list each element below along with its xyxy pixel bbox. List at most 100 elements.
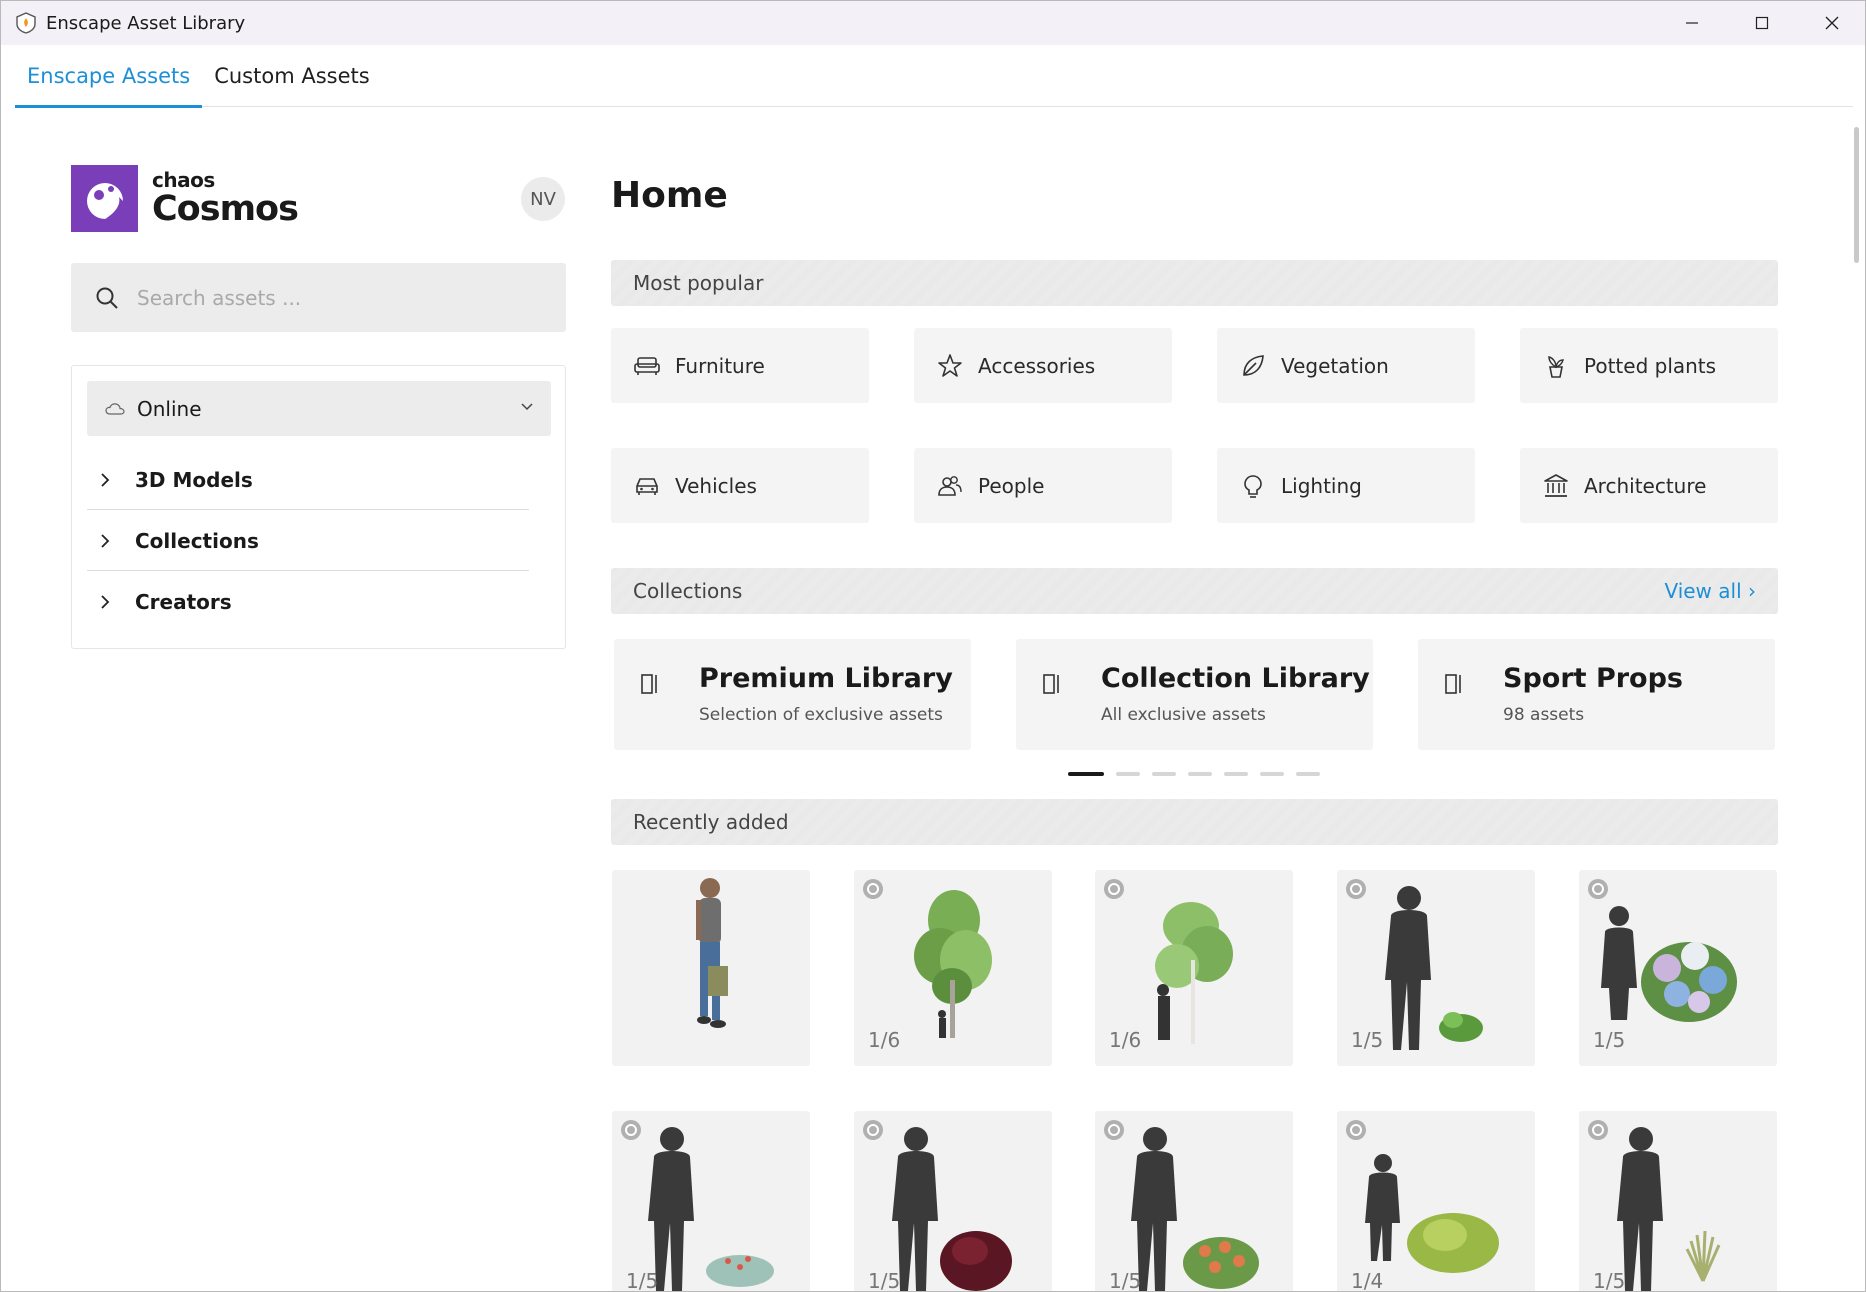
asset-tile-plant-with-person[interactable]: 1/5 bbox=[1337, 870, 1535, 1066]
asset-thumbnail bbox=[648, 1127, 774, 1291]
people-icon bbox=[936, 472, 964, 500]
category-label: People bbox=[978, 473, 1045, 498]
category-label: Vegetation bbox=[1281, 353, 1389, 378]
star-icon bbox=[936, 352, 964, 380]
collection-subtitle: 98 assets bbox=[1503, 705, 1585, 725]
chaos-cosmos-logo: chaos Cosmos bbox=[71, 165, 299, 232]
asset-tile-person-ornamental-grass[interactable]: 1/5 bbox=[1579, 1111, 1777, 1292]
category-furniture[interactable]: Furniture bbox=[611, 328, 869, 403]
variant-count: 1/5 bbox=[626, 1269, 659, 1292]
asset-tile-hydrangea[interactable]: 1/5 bbox=[1579, 870, 1777, 1066]
variant-count: 1/5 bbox=[1593, 1269, 1626, 1292]
asset-tile-person-red-shrub[interactable]: 1/5 bbox=[854, 1111, 1052, 1292]
chevron-right-icon bbox=[99, 593, 117, 611]
carousel-dot[interactable] bbox=[1260, 772, 1284, 776]
asset-tile-tree[interactable]: 1/6 bbox=[854, 870, 1052, 1066]
collections-header: Collections View all › bbox=[611, 568, 1778, 614]
category-label: Furniture bbox=[675, 353, 765, 378]
maximize-icon bbox=[1755, 16, 1769, 30]
carousel-dot[interactable] bbox=[1188, 772, 1212, 776]
asset-thumbnail bbox=[892, 1127, 1012, 1291]
category-vegetation[interactable]: Vegetation bbox=[1217, 328, 1475, 403]
variant-count: 1/4 bbox=[1351, 1269, 1384, 1292]
search-box[interactable] bbox=[71, 263, 566, 332]
tab-custom-assets[interactable]: Custom Assets bbox=[202, 45, 381, 107]
variant-count: 1/5 bbox=[1351, 1028, 1384, 1052]
cosmos-logo-icon bbox=[71, 165, 138, 232]
collection-card-premium-library[interactable]: Premium Library Selection of exclusive a… bbox=[614, 639, 971, 750]
category-architecture[interactable]: Architecture bbox=[1520, 448, 1778, 523]
view-all-link[interactable]: View all › bbox=[1664, 579, 1756, 603]
category-people[interactable]: People bbox=[914, 448, 1172, 523]
page-title: Home bbox=[611, 175, 728, 216]
category-label: Accessories bbox=[978, 353, 1096, 378]
vertical-scrollbar[interactable] bbox=[1854, 127, 1859, 263]
asset-tile-person-shrub[interactable]: 1/5 bbox=[612, 1111, 810, 1292]
logo-small-text: chaos bbox=[152, 168, 215, 192]
source-label: Online bbox=[137, 396, 202, 421]
collection-title: Collection Library bbox=[1101, 663, 1370, 694]
building-icon bbox=[1542, 472, 1570, 500]
variant-count: 1/6 bbox=[868, 1028, 901, 1052]
search-icon bbox=[95, 285, 121, 311]
variant-count: 1/6 bbox=[1109, 1028, 1142, 1052]
tab-bar: Enscape Assets Custom Assets bbox=[15, 45, 1853, 108]
category-accessories[interactable]: Accessories bbox=[914, 328, 1172, 403]
category-vehicles[interactable]: Vehicles bbox=[611, 448, 869, 523]
asset-tile-person-flowering-shrub[interactable]: 1/5 bbox=[1095, 1111, 1293, 1292]
collection-card-collection-library[interactable]: Collection Library All exclusive assets bbox=[1016, 639, 1373, 750]
enscape-logo-icon bbox=[14, 11, 38, 35]
asset-thumbnail bbox=[1131, 1127, 1259, 1291]
carousel-dot[interactable] bbox=[1224, 772, 1248, 776]
close-button[interactable] bbox=[1797, 1, 1865, 45]
nav-collections[interactable]: Collections bbox=[87, 511, 529, 571]
chevron-right-icon bbox=[99, 471, 117, 489]
nav-label: 3D Models bbox=[135, 467, 253, 492]
chevron-right-icon bbox=[99, 532, 117, 550]
recently-added-header: Recently added bbox=[611, 799, 1778, 845]
nav-creators[interactable]: Creators bbox=[87, 572, 529, 632]
cloud-icon bbox=[105, 402, 125, 416]
source-dropdown[interactable]: Online bbox=[87, 381, 551, 436]
collection-title: Sport Props bbox=[1503, 663, 1683, 694]
maximize-button[interactable] bbox=[1727, 1, 1797, 45]
potted-plant-icon bbox=[1542, 352, 1570, 380]
collection-subtitle: All exclusive assets bbox=[1101, 705, 1266, 725]
category-label: Potted plants bbox=[1584, 353, 1717, 378]
user-avatar[interactable]: NV bbox=[521, 177, 565, 221]
section-title: Recently added bbox=[633, 810, 789, 834]
search-input[interactable] bbox=[137, 285, 537, 310]
carousel-pagination bbox=[1068, 772, 1320, 776]
category-label: Vehicles bbox=[675, 473, 757, 498]
asset-tile-person-grass[interactable]: 1/4 bbox=[1337, 1111, 1535, 1292]
variant-count: 1/5 bbox=[1109, 1269, 1142, 1292]
most-popular-header: Most popular bbox=[611, 260, 1778, 306]
chevron-down-icon bbox=[519, 399, 535, 419]
carousel-dot[interactable] bbox=[1296, 772, 1320, 776]
asset-thumbnail bbox=[1617, 1127, 1721, 1291]
category-label: Architecture bbox=[1584, 473, 1707, 498]
category-label: Lighting bbox=[1281, 473, 1362, 498]
leaf-icon bbox=[1239, 352, 1267, 380]
collection-title: Premium Library bbox=[699, 663, 953, 694]
asset-tile-birch-tree[interactable]: 1/6 bbox=[1095, 870, 1293, 1066]
asset-thumbnail bbox=[696, 878, 728, 1028]
asset-tile-person-with-bag[interactable] bbox=[612, 870, 810, 1066]
nav-3d-models[interactable]: 3D Models bbox=[87, 450, 529, 510]
carousel-dot[interactable] bbox=[1068, 772, 1104, 776]
minimize-button[interactable] bbox=[1657, 1, 1727, 45]
collection-icon bbox=[1444, 671, 1464, 701]
collection-card-sport-props[interactable]: Sport Props 98 assets bbox=[1418, 639, 1775, 750]
category-lighting[interactable]: Lighting bbox=[1217, 448, 1475, 523]
variant-count: 1/5 bbox=[868, 1269, 901, 1292]
tab-enscape-assets[interactable]: Enscape Assets bbox=[15, 45, 203, 108]
nav-label: Creators bbox=[135, 590, 232, 614]
window-title: Enscape Asset Library bbox=[46, 12, 246, 34]
carousel-dot[interactable] bbox=[1152, 772, 1176, 776]
carousel-dot[interactable] bbox=[1116, 772, 1140, 776]
variant-count: 1/5 bbox=[1593, 1028, 1626, 1052]
category-potted-plants[interactable]: Potted plants bbox=[1520, 328, 1778, 403]
car-icon bbox=[633, 472, 661, 500]
title-bar: Enscape Asset Library bbox=[1, 1, 1865, 45]
section-title: Collections bbox=[633, 579, 743, 603]
